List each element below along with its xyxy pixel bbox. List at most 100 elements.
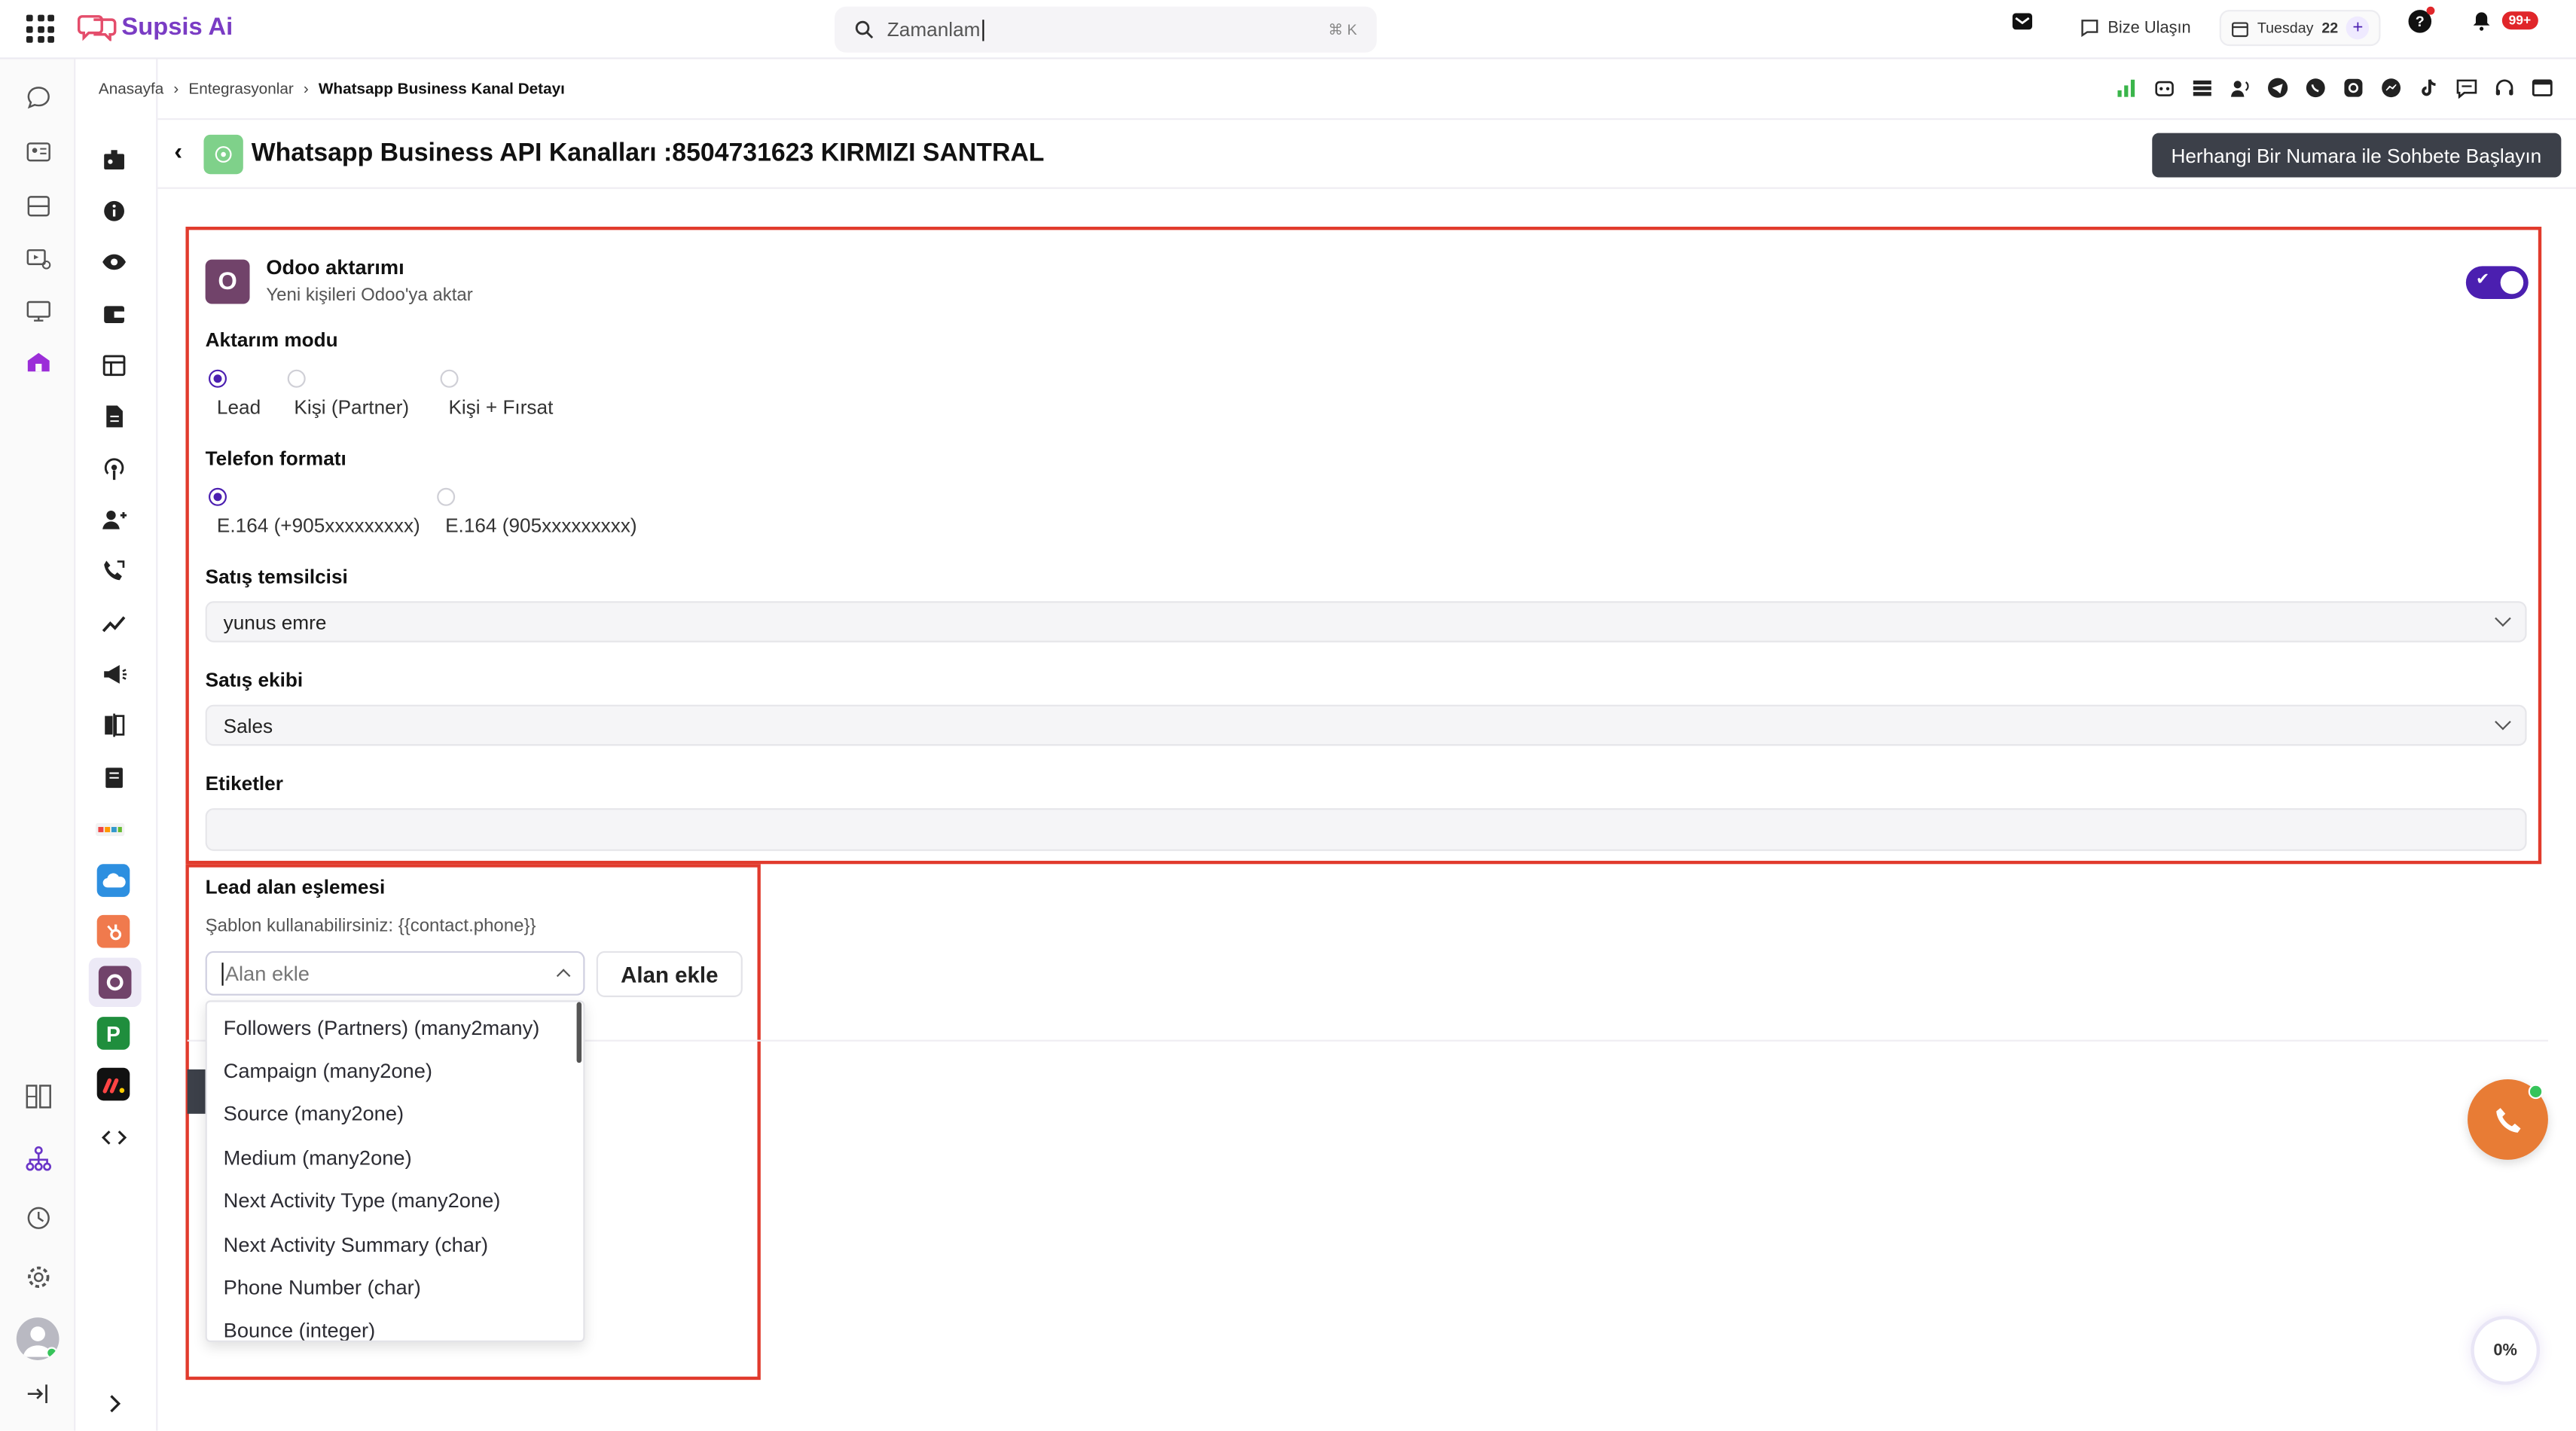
podcast-icon[interactable]: [99, 453, 128, 483]
headset-icon[interactable]: [2494, 78, 2515, 99]
list-stack-icon[interactable]: [2192, 78, 2213, 99]
channel-icon-strip: [2116, 78, 2553, 99]
radio-e164-plus[interactable]: [209, 487, 227, 506]
tiktok-icon[interactable]: [2419, 78, 2440, 99]
field-select-placeholder: Alan ekle: [224, 962, 310, 985]
breadcrumb-integrations[interactable]: Entegrasyonlar: [188, 81, 293, 99]
online-status-dot: [46, 1347, 58, 1359]
breadcrumb-home[interactable]: Anasayfa: [99, 81, 163, 99]
invoice-icon[interactable]: [99, 762, 128, 792]
chat-logo-icon: [77, 15, 117, 41]
apps-grid-icon[interactable]: [26, 14, 54, 43]
sales-rep-value: yunus emre: [223, 610, 327, 633]
bot-icon[interactable]: [2153, 78, 2175, 99]
radio-partner-label: Kişi (Partner): [294, 395, 410, 420]
add-plus-icon[interactable]: +: [2346, 16, 2370, 40]
compare-icon[interactable]: [99, 709, 128, 739]
voice-user-icon[interactable]: [2230, 78, 2251, 99]
dropdown-option[interactable]: Medium (many2one): [224, 1146, 412, 1170]
eye-icon[interactable]: [99, 246, 128, 276]
archive-icon[interactable]: [23, 191, 53, 220]
instagram-icon[interactable]: [2343, 78, 2364, 99]
dropdown-scrollbar[interactable]: [576, 1002, 582, 1063]
help-icon[interactable]: ?: [2408, 6, 2435, 33]
breadcrumb: Anasayfa › Entegrasyonlar › Whatsapp Bus…: [99, 81, 565, 99]
sms-icon[interactable]: [2456, 78, 2477, 99]
radio-e164-plain[interactable]: [437, 487, 456, 506]
contacts-card-icon[interactable]: [23, 136, 53, 166]
progress-indicator[interactable]: 0%: [2471, 1316, 2541, 1385]
pipedrive-icon[interactable]: P: [96, 1017, 130, 1050]
hidden-button-edge[interactable]: [187, 1069, 206, 1114]
field-select-input[interactable]: Alan ekle: [205, 950, 585, 996]
phone-icon: [2495, 1107, 2520, 1132]
dropdown-option[interactable]: Source (many2one): [224, 1103, 404, 1126]
radio-partner-opportunity[interactable]: [440, 369, 459, 388]
monday-icon[interactable]: [96, 1067, 130, 1101]
contact-us-button[interactable]: Bize Ulaşın: [2070, 10, 2201, 46]
user-avatar[interactable]: [16, 1317, 60, 1360]
home-icon[interactable]: [23, 346, 53, 376]
chat-icon[interactable]: [23, 82, 53, 111]
radio-e164-plus-label: E.164 (+905xxxxxxxxx): [216, 514, 420, 538]
table-icon[interactable]: [99, 350, 128, 380]
signal-bars-icon[interactable]: [2116, 78, 2137, 99]
sales-team-select[interactable]: Sales: [205, 704, 2527, 746]
odoo-enable-toggle[interactable]: ✔: [2465, 266, 2529, 299]
search-input[interactable]: Zamanlam: [887, 18, 981, 41]
back-chevron-icon[interactable]: ‹: [174, 138, 182, 166]
search-bar[interactable]: Zamanlam ⌘ K: [835, 6, 1377, 53]
dropdown-option[interactable]: Phone Number (char): [224, 1277, 421, 1300]
sales-rep-select[interactable]: yunus emre: [205, 601, 2527, 642]
dropdown-option[interactable]: Bounce (integer): [224, 1319, 376, 1340]
dropdown-option[interactable]: Campaign (many2one): [224, 1060, 432, 1083]
trend-icon[interactable]: [99, 608, 128, 637]
window-icon[interactable]: [2532, 78, 2553, 99]
dropdown-option[interactable]: Followers (Partners) (many2many): [224, 1017, 540, 1040]
tags-input[interactable]: [205, 808, 2527, 851]
dropdown-option[interactable]: Next Activity Summary (char): [224, 1234, 488, 1257]
dropdown-option[interactable]: Next Activity Type (many2one): [224, 1189, 501, 1213]
layout-panels-icon[interactable]: [23, 1081, 53, 1110]
start-chat-button[interactable]: Herhangi Bir Numara ile Sohbete Başlayın: [2151, 133, 2562, 178]
call-button[interactable]: [2468, 1079, 2548, 1160]
breadcrumb-separator: ›: [173, 80, 179, 99]
hubspot-icon[interactable]: [96, 914, 130, 948]
notifications[interactable]: 99+: [2471, 10, 2538, 31]
sales-rep-label: Satış temsilcisi: [205, 565, 348, 588]
whatsapp-icon[interactable]: [2305, 78, 2326, 99]
channel-badge-icon[interactable]: [99, 145, 128, 174]
chevron-right-icon[interactable]: [99, 1388, 128, 1417]
collapse-sidebar-icon[interactable]: [23, 1378, 53, 1408]
radio-lead[interactable]: [209, 369, 227, 388]
odoo-sidebar-item[interactable]: [88, 957, 142, 1008]
info-icon[interactable]: [99, 196, 128, 225]
user-add-icon[interactable]: [99, 505, 128, 534]
messenger-icon[interactable]: [2380, 78, 2401, 99]
phone-forward-icon[interactable]: [99, 555, 128, 584]
gear-icon[interactable]: [23, 1262, 53, 1291]
tiledesk-logo-icon[interactable]: [95, 815, 125, 844]
radio-partner[interactable]: [287, 369, 306, 388]
app-logo[interactable]: Supsis Ai: [77, 11, 233, 41]
app-name: Supsis Ai: [121, 12, 233, 41]
code-icon[interactable]: [99, 1122, 128, 1152]
field-options-dropdown: Followers (Partners) (many2many) Campaig…: [205, 1000, 585, 1342]
notification-count-badge: 99+: [2501, 11, 2538, 30]
monitor-icon[interactable]: [23, 296, 53, 325]
inbox-mail-icon[interactable]: [2011, 10, 2034, 33]
date-widget[interactable]: Tuesday 22 +: [2219, 10, 2381, 47]
wallet-icon[interactable]: [99, 299, 128, 328]
organization-tree-icon[interactable]: [23, 1143, 53, 1173]
media-settings-icon[interactable]: [23, 243, 53, 273]
salesforce-cloud-icon[interactable]: [96, 864, 130, 897]
add-field-button[interactable]: Alan ekle: [596, 950, 743, 997]
megaphone-icon[interactable]: [99, 659, 128, 688]
online-status-dot: [2528, 1084, 2544, 1100]
clock-icon[interactable]: [23, 1203, 53, 1232]
document-icon[interactable]: [99, 401, 128, 430]
odoo-subtitle: Yeni kişileri Odoo'ya aktar: [266, 285, 473, 306]
telegram-icon[interactable]: [2267, 78, 2288, 99]
check-icon: ✔: [2475, 270, 2490, 289]
sales-team-value: Sales: [223, 713, 273, 737]
